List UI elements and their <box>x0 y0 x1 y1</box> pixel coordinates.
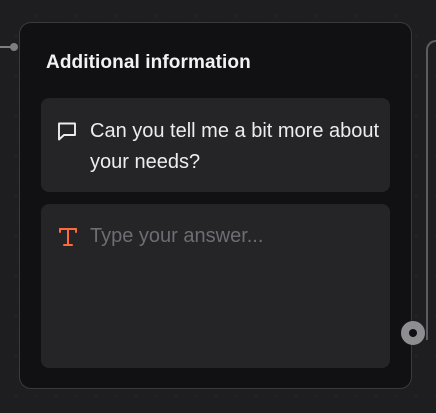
output-connection-handle[interactable] <box>401 321 425 345</box>
question-block[interactable]: Can you tell me a bit more about your ne… <box>41 98 390 192</box>
answer-input[interactable]: Type your answer... <box>41 204 390 368</box>
question-node-card[interactable]: Additional information Can you tell me a… <box>19 22 412 389</box>
question-text: Can you tell me a bit more about your ne… <box>90 120 380 173</box>
message-square-icon <box>58 122 76 141</box>
incoming-edge-handle[interactable] <box>10 43 18 51</box>
text-type-icon <box>59 228 77 246</box>
node-title: Additional information <box>46 52 251 73</box>
outgoing-edge <box>426 40 436 340</box>
answer-placeholder: Type your answer... <box>90 225 264 247</box>
output-connection-handle-center <box>409 329 417 337</box>
